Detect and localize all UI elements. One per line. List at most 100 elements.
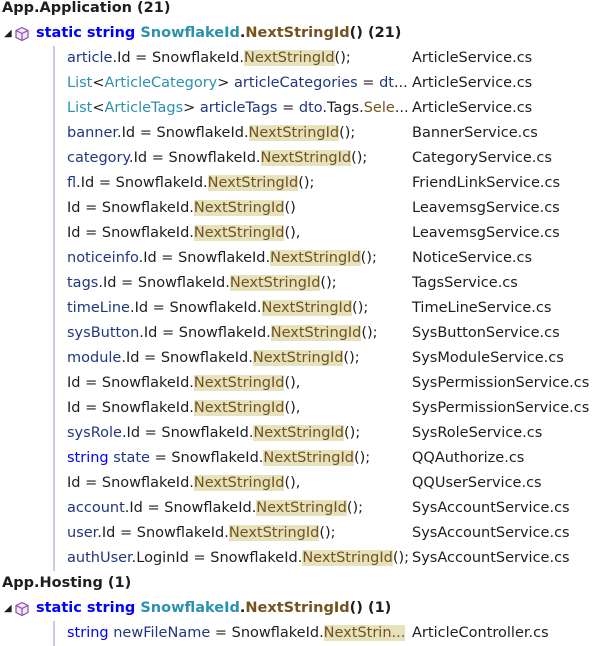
reference-row[interactable]: category.Id = SnowflakeId.NextStringId()… bbox=[0, 146, 595, 171]
reference-code: Id = SnowflakeId.NextStringId(), bbox=[67, 221, 409, 246]
reference-row[interactable]: tags.Id = SnowflakeId.NextStringId(); Tag… bbox=[0, 271, 595, 296]
reference-row[interactable]: account.Id = SnowflakeId.NextStringId();… bbox=[0, 496, 595, 521]
code-suffix: () bbox=[284, 200, 296, 216]
code-suffix: (); bbox=[320, 275, 337, 291]
code-prefix: List<ArticleCategory> articleCategories … bbox=[67, 75, 408, 91]
reference-file: CategoryService.cs bbox=[412, 150, 552, 166]
tree-guide-line bbox=[53, 246, 55, 271]
code-suffix: (); bbox=[334, 50, 351, 66]
group-count: (1) bbox=[107, 575, 132, 591]
tree-guide-line bbox=[53, 546, 55, 571]
reference-row[interactable]: Id = SnowflakeId.NextStringId(), Leavemsg… bbox=[0, 221, 595, 246]
reference-row[interactable]: List<ArticleCategory> articleCategories … bbox=[0, 71, 595, 96]
signature-class: SnowflakeId bbox=[140, 600, 240, 616]
reference-row[interactable]: Id = SnowflakeId.NextStringId(), SysPermi… bbox=[0, 396, 595, 421]
code-prefix: sysRole.Id = SnowflakeId. bbox=[67, 425, 254, 441]
tree-guide-line bbox=[53, 421, 55, 446]
reference-row[interactable]: banner.Id = SnowflakeId.NextStringId(); B… bbox=[0, 121, 595, 146]
reference-code: user.Id = SnowflakeId.NextStringId(); bbox=[67, 521, 409, 546]
reference-file: SysPermissionService.cs bbox=[412, 375, 590, 391]
code-prefix: noticeinfo.Id = SnowflakeId. bbox=[67, 250, 271, 266]
reference-code: List<ArticleCategory> articleCategories … bbox=[67, 71, 409, 96]
reference-file: QQUserService.cs bbox=[412, 475, 542, 491]
method-node[interactable]: ◢ static string SnowflakeId.NextStringId(… bbox=[0, 596, 595, 621]
method-node[interactable]: ◢ static string SnowflakeId.NextStringId(… bbox=[0, 21, 595, 46]
reference-code: timeLine.Id = SnowflakeId.NextStringId()… bbox=[67, 296, 409, 321]
reference-row[interactable]: string newFileName = SnowflakeId.NextStr… bbox=[0, 621, 595, 646]
tree-guide-line bbox=[53, 121, 55, 146]
highlighted-match: NextStringId bbox=[193, 475, 285, 491]
code-prefix: module.Id = SnowflakeId. bbox=[67, 350, 253, 366]
reference-code: banner.Id = SnowflakeId.NextStringId(); bbox=[67, 121, 409, 146]
code-suffix: (); bbox=[361, 325, 378, 341]
highlighted-match: NextStringId bbox=[207, 175, 299, 191]
reference-code: sysButton.Id = SnowflakeId.NextStringId(… bbox=[67, 321, 409, 346]
code-suffix: (); bbox=[339, 125, 356, 141]
reference-file: LeavemsgService.cs bbox=[412, 225, 560, 241]
code-prefix: authUser.LoginId = SnowflakeId. bbox=[67, 550, 303, 566]
highlighted-match: NextStringId bbox=[193, 400, 285, 416]
tree-guide-line bbox=[53, 296, 55, 321]
reference-code: sysRole.Id = SnowflakeId.NextStringId(); bbox=[67, 421, 409, 446]
code-suffix: (); bbox=[353, 450, 371, 466]
highlighted-match: NextStringId bbox=[229, 275, 321, 291]
tree-guide-line bbox=[53, 146, 55, 171]
group-header[interactable]: App.Hosting (1) bbox=[0, 571, 595, 596]
code-prefix: Id = SnowflakeId. bbox=[67, 475, 194, 491]
reference-row[interactable]: article.Id = SnowflakeId.NextStringId();… bbox=[0, 46, 595, 71]
group-header[interactable]: App.Application (21) bbox=[0, 0, 595, 21]
code-prefix: account.Id = SnowflakeId. bbox=[67, 500, 257, 516]
tree-guide-line bbox=[53, 621, 55, 646]
code-suffix: (); bbox=[360, 250, 377, 266]
signature-name: NextStringId bbox=[245, 600, 350, 616]
code-prefix: List<ArticleTags> articleTags = dto.Tags… bbox=[67, 100, 409, 116]
code-suffix: (); bbox=[298, 175, 315, 191]
code-suffix: (); bbox=[346, 500, 364, 516]
expand-caret-icon[interactable]: ◢ bbox=[4, 21, 14, 46]
reference-file: ArticleController.cs bbox=[412, 625, 549, 641]
reference-row[interactable]: user.Id = SnowflakeId.NextStringId(); Sys… bbox=[0, 521, 595, 546]
reference-row[interactable]: string state = SnowflakeId.NextStringId(… bbox=[0, 446, 595, 471]
reference-row[interactable]: Id = SnowflakeId.NextStringId() LeavemsgS… bbox=[0, 196, 595, 221]
reference-file: SysPermissionService.cs bbox=[412, 400, 590, 416]
tree-guide-line bbox=[53, 396, 55, 421]
reference-row[interactable]: Id = SnowflakeId.NextStringId(), QQUserSe… bbox=[0, 471, 595, 496]
code-suffix: (), bbox=[284, 475, 301, 491]
reference-row[interactable]: Id = SnowflakeId.NextStringId(), SysPermi… bbox=[0, 371, 595, 396]
reference-code: tags.Id = SnowflakeId.NextStringId(); bbox=[67, 271, 409, 296]
reference-code: string state = SnowflakeId.NextStringId(… bbox=[67, 446, 409, 471]
reference-row[interactable]: sysButton.Id = SnowflakeId.NextStringId(… bbox=[0, 321, 595, 346]
code-suffix: (); bbox=[344, 425, 361, 441]
highlighted-match: NextStringId bbox=[270, 250, 361, 266]
expand-caret-icon[interactable]: ◢ bbox=[4, 596, 14, 621]
code-prefix: string newFileName = SnowflakeId. bbox=[67, 625, 324, 641]
highlighted-match: NextStringId bbox=[244, 50, 335, 66]
reference-file: BannerService.cs bbox=[412, 125, 538, 141]
signature-parens: () bbox=[349, 600, 363, 616]
reference-file: ArticleService.cs bbox=[412, 50, 533, 66]
group-label: App.Application bbox=[2, 0, 132, 16]
tree-guide-line bbox=[53, 446, 55, 471]
reference-row[interactable]: List<ArticleTags> articleTags = dto.Tags… bbox=[0, 96, 595, 121]
signature-count: (21) bbox=[367, 25, 402, 41]
code-prefix: Id = SnowflakeId. bbox=[67, 200, 194, 216]
tree-guide-line bbox=[53, 321, 55, 346]
reference-row[interactable]: fl.Id = SnowflakeId.NextStringId(); Frien… bbox=[0, 171, 595, 196]
reference-code: account.Id = SnowflakeId.NextStringId(); bbox=[67, 496, 409, 521]
tree-guide-line bbox=[53, 221, 55, 246]
code-suffix: (), bbox=[284, 375, 301, 391]
reference-row[interactable]: timeLine.Id = SnowflakeId.NextStringId()… bbox=[0, 296, 595, 321]
reference-row[interactable]: module.Id = SnowflakeId.NextStringId(); S… bbox=[0, 346, 595, 371]
highlighted-match: NextStringId bbox=[253, 425, 344, 441]
signature-type: string bbox=[86, 600, 136, 616]
tree-guide-line bbox=[53, 371, 55, 396]
reference-code: Id = SnowflakeId.NextStringId() bbox=[67, 196, 409, 221]
tree-guide-line bbox=[53, 471, 55, 496]
reference-code: string newFileName = SnowflakeId.NextStr… bbox=[67, 621, 409, 646]
code-prefix: article.Id = SnowflakeId. bbox=[67, 50, 244, 66]
reference-row[interactable]: noticeinfo.Id = SnowflakeId.NextStringId… bbox=[0, 246, 595, 271]
reference-row[interactable]: sysRole.Id = SnowflakeId.NextStringId();… bbox=[0, 421, 595, 446]
reference-row[interactable]: authUser.LoginId = SnowflakeId.NextStrin… bbox=[0, 546, 595, 571]
reference-code: List<ArticleTags> articleTags = dto.Tags… bbox=[67, 96, 409, 121]
reference-file: QQAuthorize.cs bbox=[412, 450, 525, 466]
